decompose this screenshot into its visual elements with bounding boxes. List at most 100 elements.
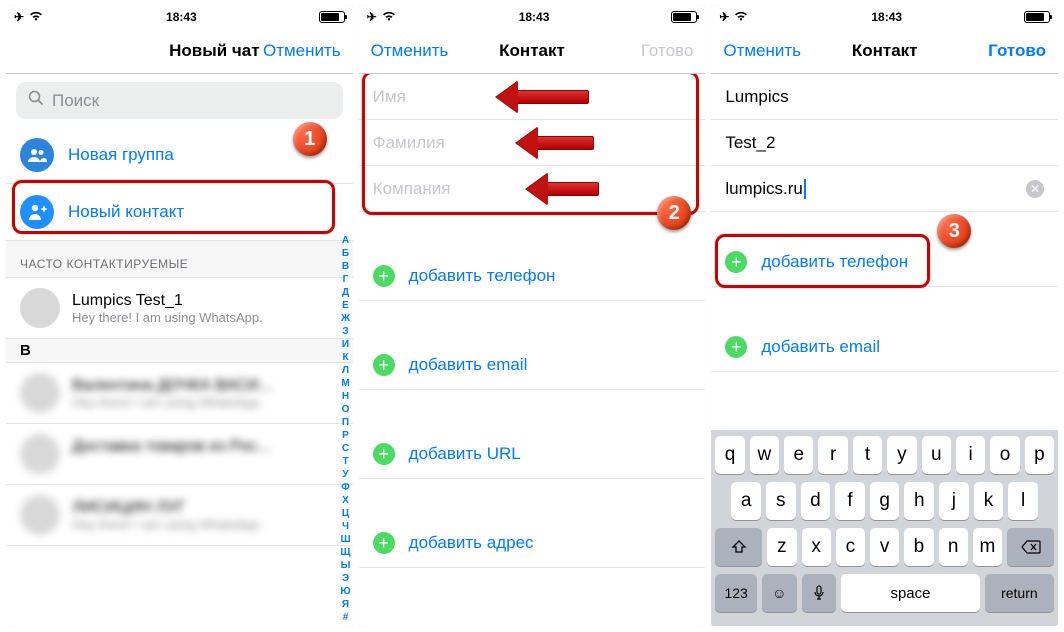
- airplane-icon: ✈: [14, 10, 24, 24]
- status-bar: ✈ 18:43: [711, 6, 1058, 28]
- key-e[interactable]: e: [784, 436, 813, 474]
- add-phone-row[interactable]: + добавить телефон: [359, 252, 706, 301]
- key-l[interactable]: l: [1008, 482, 1038, 520]
- arrow-icon: [534, 136, 594, 150]
- plus-icon: +: [725, 336, 747, 358]
- new-group-label: Новая группа: [68, 145, 174, 165]
- backspace-key[interactable]: [1007, 528, 1054, 566]
- key-g[interactable]: g: [870, 482, 900, 520]
- cancel-button[interactable]: Отменить: [371, 41, 449, 61]
- key-p[interactable]: p: [1025, 436, 1054, 474]
- key-x[interactable]: x: [802, 528, 831, 566]
- battery-icon: [319, 11, 345, 23]
- key-d[interactable]: d: [801, 482, 831, 520]
- key-a[interactable]: a: [731, 482, 761, 520]
- add-url-row[interactable]: + добавить URL: [359, 430, 706, 479]
- key-j[interactable]: j: [939, 482, 969, 520]
- first-name-placeholder: Имя: [373, 87, 406, 107]
- space-key[interactable]: space: [841, 574, 980, 612]
- key-i[interactable]: i: [956, 436, 985, 474]
- key-r[interactable]: r: [818, 436, 847, 474]
- company-field[interactable]: lumpics.ru✕: [711, 166, 1058, 212]
- status-time: 18:43: [519, 10, 550, 24]
- wifi-icon: [381, 10, 397, 25]
- add-phone-label: добавить телефон: [409, 266, 556, 286]
- navbar: Новый чат Отменить: [6, 28, 353, 74]
- company-placeholder: Компания: [373, 179, 451, 199]
- return-key[interactable]: return: [985, 574, 1054, 612]
- add-person-icon: [20, 195, 54, 229]
- add-address-row[interactable]: + добавить адрес: [359, 519, 706, 568]
- key-w[interactable]: w: [750, 436, 779, 474]
- key-z[interactable]: z: [767, 528, 796, 566]
- key-m[interactable]: m: [973, 528, 1002, 566]
- add-phone-label: добавить телефон: [761, 252, 908, 272]
- cancel-button[interactable]: Отменить: [723, 41, 801, 61]
- clear-icon[interactable]: ✕: [1026, 180, 1044, 198]
- wifi-icon: [28, 10, 44, 25]
- key-o[interactable]: o: [990, 436, 1019, 474]
- add-email-label: добавить email: [761, 337, 880, 357]
- emoji-key[interactable]: ☺: [762, 574, 797, 612]
- contact-row[interactable]: Валентина ДОЧКА ВАСИ...Hey there! I am u…: [6, 363, 353, 424]
- key-s[interactable]: s: [766, 482, 796, 520]
- cancel-button[interactable]: Отменить: [263, 41, 341, 61]
- first-name-field[interactable]: Lumpics: [711, 74, 1058, 120]
- battery-icon: [1024, 11, 1050, 23]
- plus-icon: +: [725, 251, 747, 273]
- airplane-icon: ✈: [719, 10, 729, 24]
- last-name-field[interactable]: Test_2: [711, 120, 1058, 166]
- navbar: Отменить Контакт Готово: [711, 28, 1058, 74]
- search-input[interactable]: Поиск: [16, 82, 343, 119]
- done-button[interactable]: Готово: [988, 41, 1046, 61]
- status-time: 18:43: [166, 10, 197, 24]
- add-address-label: добавить адрес: [409, 533, 534, 553]
- last-name-value: Test_2: [725, 133, 775, 153]
- letter-header: В: [6, 339, 353, 363]
- battery-icon: [671, 11, 697, 23]
- mic-key[interactable]: [802, 574, 837, 612]
- search-placeholder: Поиск: [52, 91, 99, 111]
- keyboard[interactable]: qwertyuiop asdfghjkl zxcvbnm 123 ☺ space…: [711, 430, 1058, 626]
- add-email-row[interactable]: + добавить email: [711, 323, 1058, 372]
- key-h[interactable]: h: [904, 482, 934, 520]
- plus-icon: +: [373, 354, 395, 376]
- done-button[interactable]: Готово: [641, 41, 694, 61]
- key-y[interactable]: y: [887, 436, 916, 474]
- key-u[interactable]: u: [922, 436, 951, 474]
- plus-icon: +: [373, 532, 395, 554]
- status-time: 18:43: [871, 10, 902, 24]
- avatar: [20, 288, 60, 328]
- arrow-icon: [514, 90, 589, 104]
- navbar: Отменить Контакт Готово: [359, 28, 706, 74]
- key-q[interactable]: q: [715, 436, 744, 474]
- new-contact-row[interactable]: Новый контакт: [6, 184, 353, 241]
- step-badge-1: 1: [293, 122, 327, 156]
- contact-status: Hey there! I am using WhatsApp.: [72, 310, 263, 325]
- key-c[interactable]: c: [836, 528, 865, 566]
- last-name-placeholder: Фамилия: [373, 133, 445, 153]
- plus-icon: +: [373, 265, 395, 287]
- key-b[interactable]: b: [904, 528, 933, 566]
- add-phone-row[interactable]: + добавить телефон: [711, 238, 1058, 287]
- shift-key[interactable]: [715, 528, 762, 566]
- alpha-index[interactable]: АБВГДЕЖЗИКЛМНОПРСТУФХЦЧШЩЫЭЮЯ#: [340, 234, 350, 624]
- key-f[interactable]: f: [835, 482, 865, 520]
- screen-new-contact-blank: ✈ 18:43 Отменить Контакт Готово Имя Фами…: [359, 6, 706, 626]
- contact-row[interactable]: Lumpics Test_1 Hey there! I am using Wha…: [6, 278, 353, 339]
- plus-icon: +: [373, 443, 395, 465]
- contact-row[interactable]: Доставка товаров из Рос...: [6, 424, 353, 485]
- key-v[interactable]: v: [870, 528, 899, 566]
- search-icon: [28, 90, 44, 111]
- contact-row[interactable]: ЛИСИЦИН ЛУГHey there! I am using WhatsAp…: [6, 485, 353, 546]
- add-url-label: добавить URL: [409, 444, 521, 464]
- key-n[interactable]: n: [939, 528, 968, 566]
- 123-key[interactable]: 123: [715, 574, 757, 612]
- new-contact-label: Новый контакт: [68, 202, 184, 222]
- screen-new-chat: ✈ 18:43 Новый чат Отменить Поиск Новая г…: [6, 6, 353, 626]
- add-email-label: добавить email: [409, 355, 528, 375]
- key-t[interactable]: t: [853, 436, 882, 474]
- frequent-header: ЧАСТО КОНТАКТИРУЕМЫЕ: [6, 241, 353, 278]
- add-email-row[interactable]: + добавить email: [359, 341, 706, 390]
- key-k[interactable]: k: [974, 482, 1004, 520]
